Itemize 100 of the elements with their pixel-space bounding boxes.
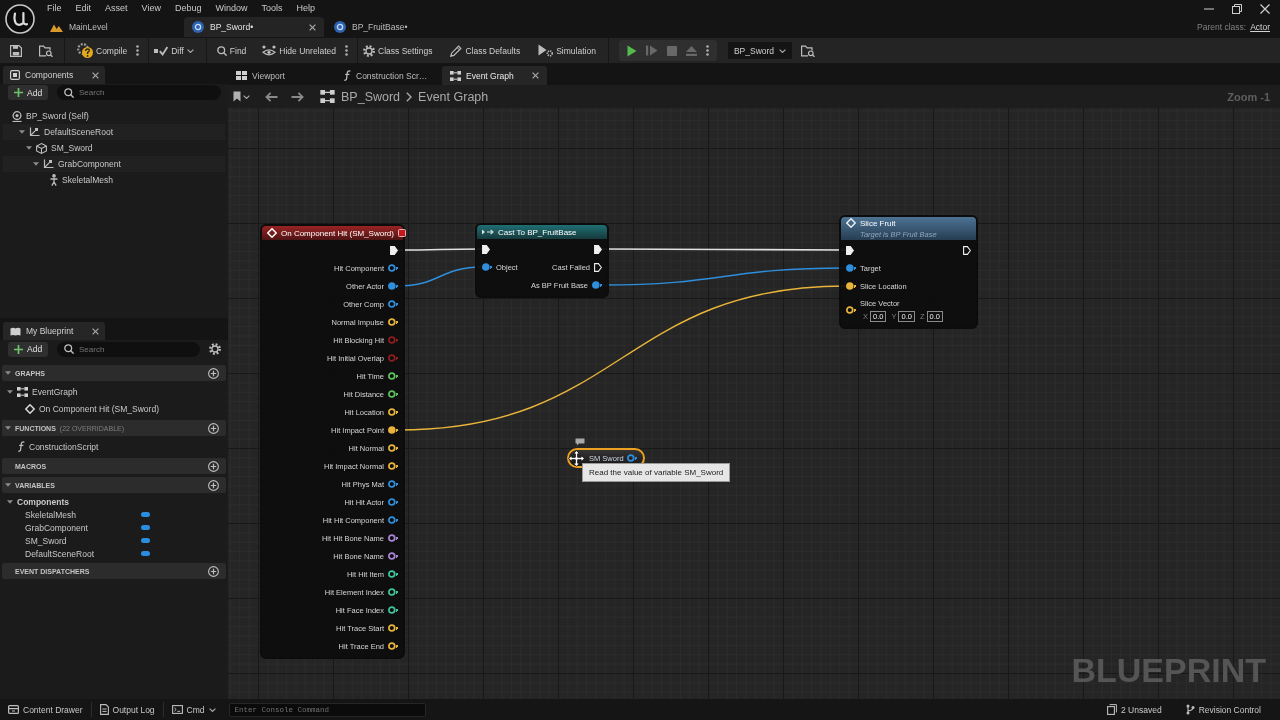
hide-unrelated-button[interactable]: Hide Unrelated bbox=[259, 40, 340, 61]
breadcrumb-link[interactable]: Event Graph bbox=[418, 89, 489, 104]
add-button[interactable]: Add bbox=[8, 85, 48, 100]
bookmark-icon[interactable] bbox=[233, 91, 241, 102]
class-settings-button[interactable]: Class Settings bbox=[360, 40, 436, 61]
square-pin-icon[interactable] bbox=[397, 229, 406, 237]
search-field[interactable]: Search bbox=[57, 341, 200, 357]
cmd-dropdown[interactable]: Cmd bbox=[166, 701, 221, 718]
add-button[interactable]: Add bbox=[8, 341, 48, 357]
pin-icon[interactable] bbox=[388, 282, 398, 290]
exec-pin-icon[interactable] bbox=[963, 245, 971, 255]
pin-icon[interactable] bbox=[388, 570, 398, 578]
breadcrumb-link[interactable]: BP_Sword bbox=[341, 89, 401, 104]
document-tab[interactable]: BP_FruitBase• bbox=[326, 17, 466, 37]
editor-tab[interactable]: Viewport bbox=[228, 66, 333, 85]
pin-icon[interactable] bbox=[388, 480, 398, 488]
menu-item[interactable]: Tools bbox=[254, 0, 290, 17]
folder-search-icon[interactable] bbox=[39, 44, 53, 57]
tree-item[interactable]: ConstructionScript bbox=[2, 438, 226, 455]
editor-tab[interactable]: Event Graph bbox=[442, 66, 547, 85]
exec-pin-icon[interactable] bbox=[846, 245, 854, 255]
pin-icon[interactable] bbox=[627, 454, 637, 462]
tree-item[interactable]: GrabComponent bbox=[3, 156, 225, 172]
simulation-button[interactable]: Simulation bbox=[535, 40, 599, 61]
pin-icon[interactable] bbox=[388, 534, 398, 542]
pin-icon[interactable] bbox=[388, 444, 398, 452]
add-icon[interactable] bbox=[208, 565, 219, 577]
pin-icon[interactable] bbox=[388, 624, 398, 632]
diff-button[interactable]: Diff bbox=[151, 40, 197, 61]
class-defaults-button[interactable]: Class Defaults bbox=[447, 40, 524, 61]
pin-icon[interactable] bbox=[388, 498, 398, 506]
pin-icon[interactable] bbox=[388, 372, 398, 380]
close-icon[interactable] bbox=[92, 327, 99, 335]
pin-icon[interactable] bbox=[388, 606, 398, 614]
exec-pin-icon[interactable] bbox=[390, 245, 398, 255]
caret-icon[interactable] bbox=[7, 498, 13, 505]
tree-item[interactable]: DefaultSceneRoot bbox=[3, 124, 225, 140]
menu-item[interactable]: File bbox=[40, 0, 69, 17]
tree-item[interactable]: On Component Hit (SM_Sword) bbox=[2, 400, 226, 417]
pin-icon[interactable] bbox=[388, 642, 398, 650]
revision-control-button[interactable]: Revision Control bbox=[1180, 701, 1266, 718]
document-tab[interactable]: BP_Sword• bbox=[184, 17, 324, 37]
pin-icon[interactable] bbox=[846, 282, 856, 290]
tree-item[interactable]: SkeletalMesh bbox=[3, 172, 225, 188]
search-field[interactable]: Search bbox=[57, 85, 221, 100]
caret-icon[interactable] bbox=[5, 370, 11, 376]
tree-item[interactable]: Components bbox=[2, 495, 226, 508]
play-icon[interactable] bbox=[626, 44, 637, 57]
tree-item[interactable]: EventGraph bbox=[2, 383, 226, 400]
add-icon[interactable] bbox=[208, 479, 219, 491]
caret-icon[interactable] bbox=[33, 161, 39, 167]
unsaved-button[interactable]: 2 Unsaved bbox=[1102, 701, 1167, 718]
pin-icon[interactable] bbox=[388, 318, 398, 326]
find-button[interactable]: Find bbox=[213, 40, 250, 61]
close-icon[interactable] bbox=[1260, 3, 1270, 14]
pin-icon[interactable] bbox=[388, 516, 398, 524]
restore-icon[interactable] bbox=[1232, 3, 1242, 14]
save-icon[interactable] bbox=[10, 44, 22, 57]
caret-icon[interactable] bbox=[19, 129, 25, 135]
tree-item[interactable]: GrabComponent bbox=[2, 521, 226, 534]
logo-icon[interactable] bbox=[5, 3, 35, 34]
exec-pin-icon[interactable] bbox=[594, 262, 602, 272]
tree-item[interactable]: BP_Sword (Self) bbox=[3, 108, 225, 124]
content-drawer-button[interactable]: Content Drawer bbox=[3, 701, 88, 718]
caret-icon[interactable] bbox=[5, 482, 11, 488]
tree-item[interactable]: DefaultSceneRoot bbox=[2, 547, 226, 560]
pin-icon[interactable] bbox=[388, 300, 398, 308]
add-icon[interactable] bbox=[208, 460, 219, 472]
menu-item[interactable]: Window bbox=[208, 0, 255, 17]
pin-icon[interactable] bbox=[388, 462, 398, 470]
panel-tab[interactable]: Components bbox=[3, 66, 105, 84]
folder-search-icon[interactable] bbox=[801, 44, 816, 57]
kebab-icon[interactable] bbox=[136, 45, 140, 56]
tree-item[interactable]: SM_Sword bbox=[3, 140, 225, 156]
menu-item[interactable]: Help bbox=[289, 0, 322, 17]
menu-item[interactable]: View bbox=[134, 0, 168, 17]
editor-tab[interactable]: Construction Scr… bbox=[335, 66, 440, 85]
menu-item[interactable]: Debug bbox=[167, 0, 209, 17]
pin-icon[interactable] bbox=[388, 264, 398, 272]
kebab-icon[interactable] bbox=[705, 45, 709, 56]
minimize-icon[interactable] bbox=[1204, 7, 1214, 10]
pin-icon[interactable] bbox=[388, 390, 398, 398]
pin-icon[interactable] bbox=[846, 306, 856, 314]
document-tab[interactable]: MainLevel bbox=[42, 17, 182, 37]
pin-icon[interactable] bbox=[388, 426, 398, 434]
caret-icon[interactable] bbox=[5, 425, 11, 431]
event-node[interactable] bbox=[260, 224, 405, 659]
menu-item[interactable]: Asset bbox=[98, 0, 135, 17]
parent-class-link[interactable]: Actor bbox=[1250, 22, 1270, 32]
tree-item[interactable]: SkeletalMesh bbox=[2, 508, 226, 521]
kebab-icon[interactable] bbox=[345, 45, 349, 56]
settings-icon[interactable] bbox=[209, 343, 221, 355]
pin-icon[interactable] bbox=[388, 408, 398, 416]
tree-item[interactable]: SM_Sword bbox=[2, 534, 226, 547]
compile-button[interactable]: Compile bbox=[74, 40, 131, 61]
output-log-button[interactable]: Output Log bbox=[94, 701, 160, 718]
add-icon[interactable] bbox=[208, 422, 219, 434]
add-icon[interactable] bbox=[208, 367, 219, 379]
close-icon[interactable] bbox=[92, 71, 99, 79]
caret-icon[interactable] bbox=[7, 388, 13, 395]
